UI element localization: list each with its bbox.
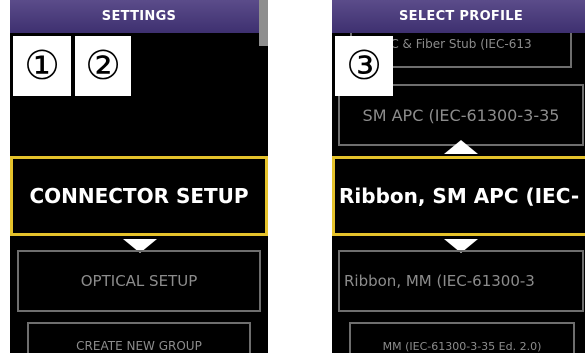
callout-2: ②: [73, 36, 131, 96]
profile-item-ribbon-mm[interactable]: Ribbon, MM (IEC-61300-3: [338, 250, 584, 312]
profile-item-label: Ribbon, SM APC (IEC-: [339, 184, 580, 208]
menu-item-optical-setup[interactable]: OPTICAL SETUP: [17, 250, 261, 312]
panel-title: SELECT PROFILE: [332, 0, 585, 33]
menu-item-connector-setup[interactable]: CONNECTOR SETUP: [10, 156, 268, 236]
callout-3: ③: [335, 36, 393, 96]
profile-item-label: MM (IEC-61300-3-35 Ed. 2.0): [382, 339, 542, 353]
scrollbar-thumb[interactable]: [259, 0, 268, 46]
profile-item-label: SM APC (IEC-61300-3-35: [362, 105, 560, 125]
profile-item-label: Ribbon, MM (IEC-61300-3: [344, 272, 535, 290]
scroll-up-arrow-icon[interactable]: [444, 140, 478, 154]
menu-item-label: CONNECTOR SETUP: [29, 184, 249, 208]
profile-item-ribbon-sm-apc[interactable]: Ribbon, SM APC (IEC-: [332, 156, 585, 236]
menu-item-label: CREATE NEW GROUP: [76, 339, 202, 353]
menu-item-create-new-group[interactable]: CREATE NEW GROUP: [27, 322, 251, 353]
profile-item-mm[interactable]: MM (IEC-61300-3-35 Ed. 2.0): [349, 322, 575, 353]
menu-item-label: OPTICAL SETUP: [80, 272, 198, 290]
profile-item-label: C & Fiber Stub (IEC-613: [390, 37, 532, 51]
panel-title: SETTINGS: [10, 0, 268, 33]
callout-1: ①: [13, 36, 71, 96]
